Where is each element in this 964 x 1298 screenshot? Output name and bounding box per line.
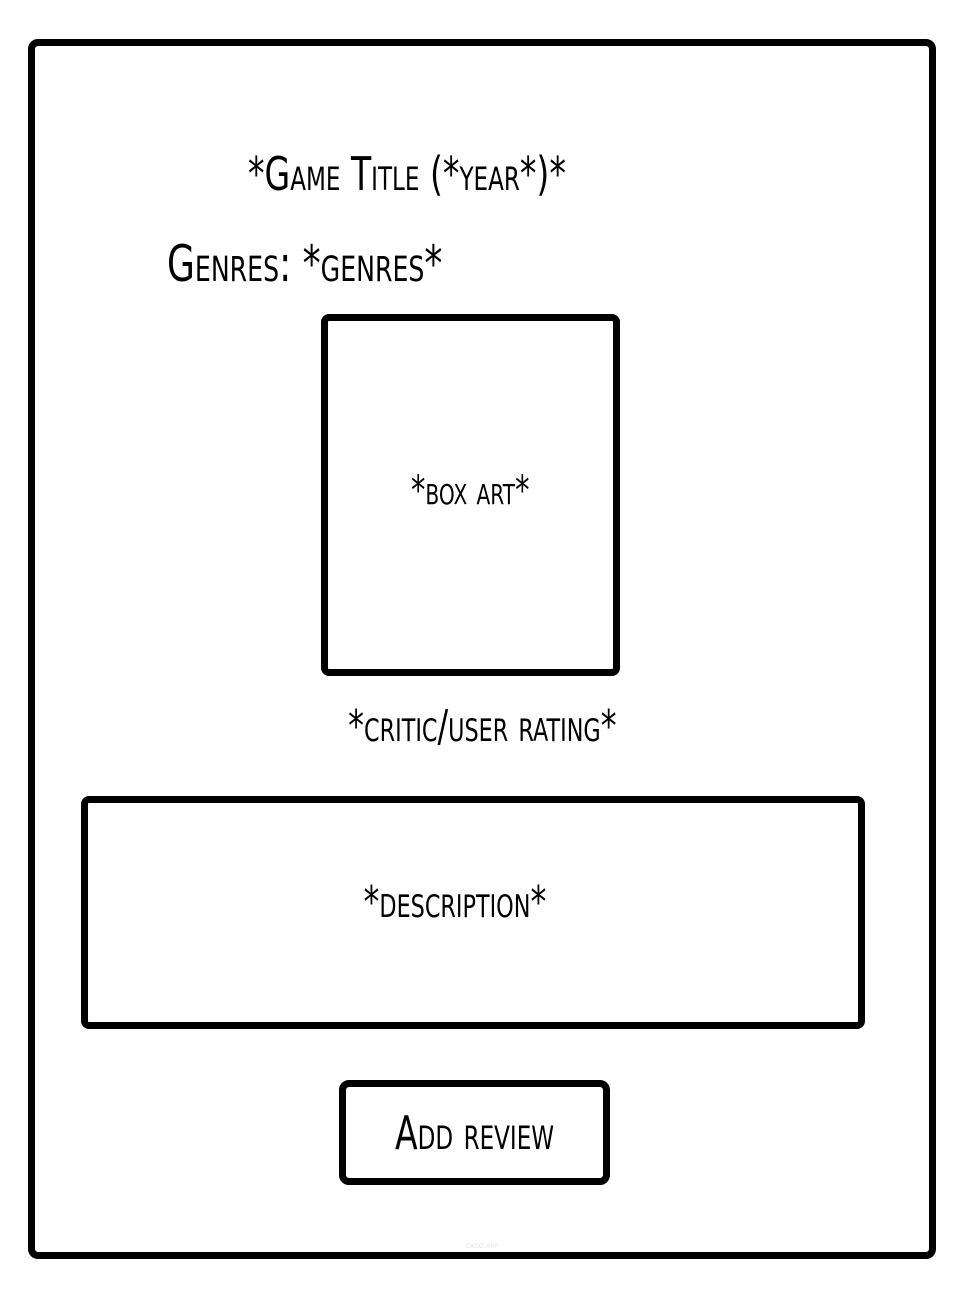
rating-text: *critic/user rating*	[0, 700, 964, 754]
add-review-label: Add review	[394, 1105, 555, 1160]
box-art-label: *box art*	[411, 468, 530, 514]
box-art-placeholder: *box art*	[321, 314, 620, 676]
genres-line: Genres: *genres*	[167, 235, 443, 293]
description-box: *description*	[81, 796, 865, 1029]
rating-label: *critic/user rating*	[347, 701, 617, 752]
game-title: *Game Title (*year*)*	[248, 147, 566, 201]
add-review-button[interactable]: Add review	[339, 1080, 610, 1185]
watermark: okso.app	[466, 1241, 498, 1251]
description-label: *description*	[363, 877, 547, 928]
